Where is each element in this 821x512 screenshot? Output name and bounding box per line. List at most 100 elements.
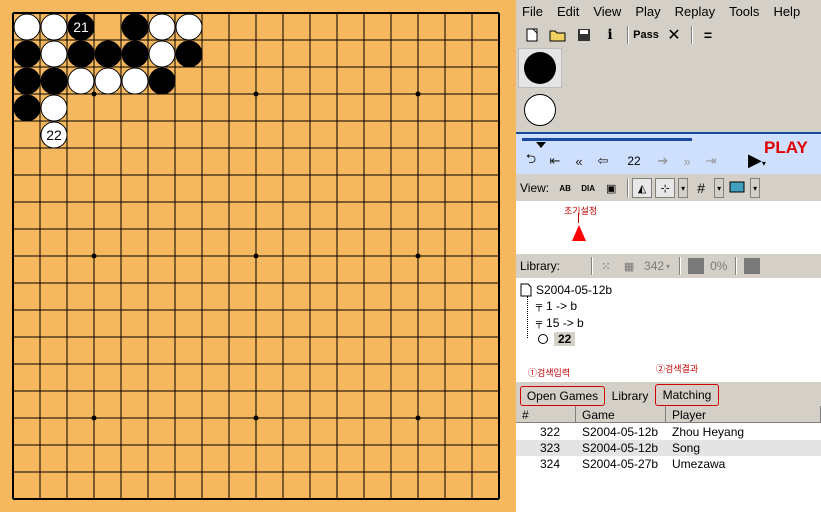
grid-dropdown[interactable]: ▾: [714, 178, 725, 198]
white-stone[interactable]: [148, 40, 176, 68]
black-stone[interactable]: [13, 67, 41, 95]
branch-label: 1 -> b: [546, 299, 578, 313]
cross-marker-icon[interactable]: ⊹: [655, 178, 676, 198]
tree-root[interactable]: S2004-05-12b: [520, 282, 612, 298]
menu-view[interactable]: View: [593, 4, 621, 19]
star-point: [415, 415, 421, 421]
cell-number: 323: [539, 441, 560, 455]
last-move-icon[interactable]: ⇥: [700, 150, 722, 172]
black-stone[interactable]: [121, 40, 149, 68]
column-header-number[interactable]: #: [516, 406, 576, 423]
star-point: [253, 91, 259, 97]
white-stone[interactable]: [40, 94, 68, 122]
save-disk-icon[interactable]: [572, 24, 596, 46]
white-stone[interactable]: [175, 13, 203, 41]
column-header-game[interactable]: Game: [576, 406, 666, 423]
table-row[interactable]: 324 S2004-05-27b Umezawa: [516, 456, 821, 472]
white-stone[interactable]: [13, 13, 41, 41]
tree-current-node[interactable]: 22: [538, 331, 576, 347]
white-stone[interactable]: [94, 67, 122, 95]
new-file-icon[interactable]: [520, 24, 544, 46]
go-board-area[interactable]: 21 22: [0, 0, 516, 512]
white-stone[interactable]: [121, 67, 149, 95]
search-input-annotation: ①검색입력: [528, 368, 571, 378]
star-point: [91, 415, 97, 421]
menu-tools[interactable]: Tools: [729, 4, 759, 19]
black-stone[interactable]: [121, 13, 149, 41]
table-header: # Game Player: [516, 406, 821, 423]
move-slider[interactable]: [522, 138, 692, 141]
star-point: [415, 91, 421, 97]
close-icon[interactable]: ✕: [662, 24, 686, 46]
go-board[interactable]: 21 22: [0, 0, 516, 512]
library-init-area: 초기설정: [516, 201, 821, 254]
tree-branch-2[interactable]: ╤ 15 -> b: [536, 315, 584, 331]
table-row[interactable]: 323 S2004-05-12b Song: [516, 440, 821, 456]
equal-button[interactable]: =: [696, 24, 720, 46]
slider-thumb-icon[interactable]: [536, 142, 546, 148]
tab-library[interactable]: Library: [608, 386, 652, 406]
stone-move-number: 21: [73, 19, 89, 35]
star-point: [415, 253, 421, 259]
white-stone[interactable]: [40, 13, 68, 41]
prev-move-icon[interactable]: ⇦: [592, 150, 614, 172]
white-stone[interactable]: [40, 40, 68, 68]
branch-icon: ╤: [536, 300, 543, 312]
count-dropdown-icon[interactable]: ▾: [666, 262, 670, 271]
black-stone[interactable]: [148, 67, 176, 95]
progress-square-icon: [688, 258, 705, 274]
display-icon[interactable]: [727, 178, 747, 198]
menu-edit[interactable]: Edit: [557, 4, 579, 19]
cell-number: 324: [539, 457, 560, 471]
grid-icon[interactable]: #: [691, 178, 711, 198]
white-stone[interactable]: [67, 67, 95, 95]
fast-forward-icon[interactable]: »: [676, 150, 698, 172]
white-stone-button[interactable]: [518, 90, 562, 130]
black-stone[interactable]: [13, 40, 41, 68]
info-icon[interactable]: i: [598, 24, 622, 46]
tree-branch-1[interactable]: ╤ 1 -> b: [536, 298, 577, 314]
marker-dropdown[interactable]: ▾: [678, 178, 689, 198]
toolbar-separator: [679, 257, 682, 275]
tab-open-games[interactable]: Open Games: [520, 386, 605, 406]
column-header-player[interactable]: Player: [666, 406, 821, 423]
menu-play[interactable]: Play: [635, 4, 660, 19]
library-grid-icon[interactable]: ▦: [619, 256, 639, 276]
toolbar-separator: [627, 179, 630, 197]
stone-marker-icon[interactable]: ◭: [632, 178, 653, 198]
black-stone-button[interactable]: [518, 48, 562, 88]
init-setting-annotation: 초기설정: [564, 206, 598, 216]
pass-button[interactable]: Pass: [632, 24, 660, 46]
tab-matching[interactable]: Matching: [655, 384, 719, 406]
open-folder-icon[interactable]: [546, 24, 570, 46]
menu-help[interactable]: Help: [773, 4, 800, 19]
menu-file[interactable]: File: [522, 4, 543, 19]
game-tree: S2004-05-12b ╤ 1 -> b ╤ 15 -> b 22 ①검색입력…: [516, 278, 821, 382]
black-stone[interactable]: [13, 94, 41, 122]
white-stone[interactable]: [148, 13, 176, 41]
menu-replay[interactable]: Replay: [675, 4, 715, 19]
black-stone[interactable]: [40, 67, 68, 95]
display-dropdown[interactable]: ▾: [750, 178, 761, 198]
table-row[interactable]: 322 S2004-05-12b Zhou Heyang: [516, 424, 821, 440]
branch-back-icon[interactable]: ⮌: [520, 150, 542, 172]
white-stone-icon: [538, 334, 548, 344]
black-stone[interactable]: [175, 40, 203, 68]
navigation-bar: ⮌ ⇤ « ⇦ 22 ➔ » ⇥ ▶▾ PLAY: [516, 132, 821, 174]
pattern-icon[interactable]: ⁙: [596, 256, 616, 276]
toolbar-separator: [591, 257, 594, 275]
next-move-icon[interactable]: ➔: [652, 150, 674, 172]
view-toolbar: View: AB DIA ▣ ◭ ⊹ ▾ # ▾ ▾: [516, 176, 821, 200]
play-label: PLAY: [764, 138, 808, 157]
view-board-icon[interactable]: ▣: [601, 178, 621, 198]
black-stone[interactable]: [67, 40, 95, 68]
view-dia-button[interactable]: DIA: [578, 178, 598, 198]
view-ab-button[interactable]: AB: [555, 178, 575, 198]
star-point: [253, 415, 259, 421]
fast-back-icon[interactable]: «: [568, 150, 590, 172]
init-setting-icon[interactable]: [572, 225, 586, 241]
black-stone[interactable]: [94, 40, 122, 68]
first-move-icon[interactable]: ⇤: [544, 150, 566, 172]
stop-square-icon[interactable]: [744, 258, 761, 274]
cell-game: S2004-05-12b: [582, 441, 659, 455]
